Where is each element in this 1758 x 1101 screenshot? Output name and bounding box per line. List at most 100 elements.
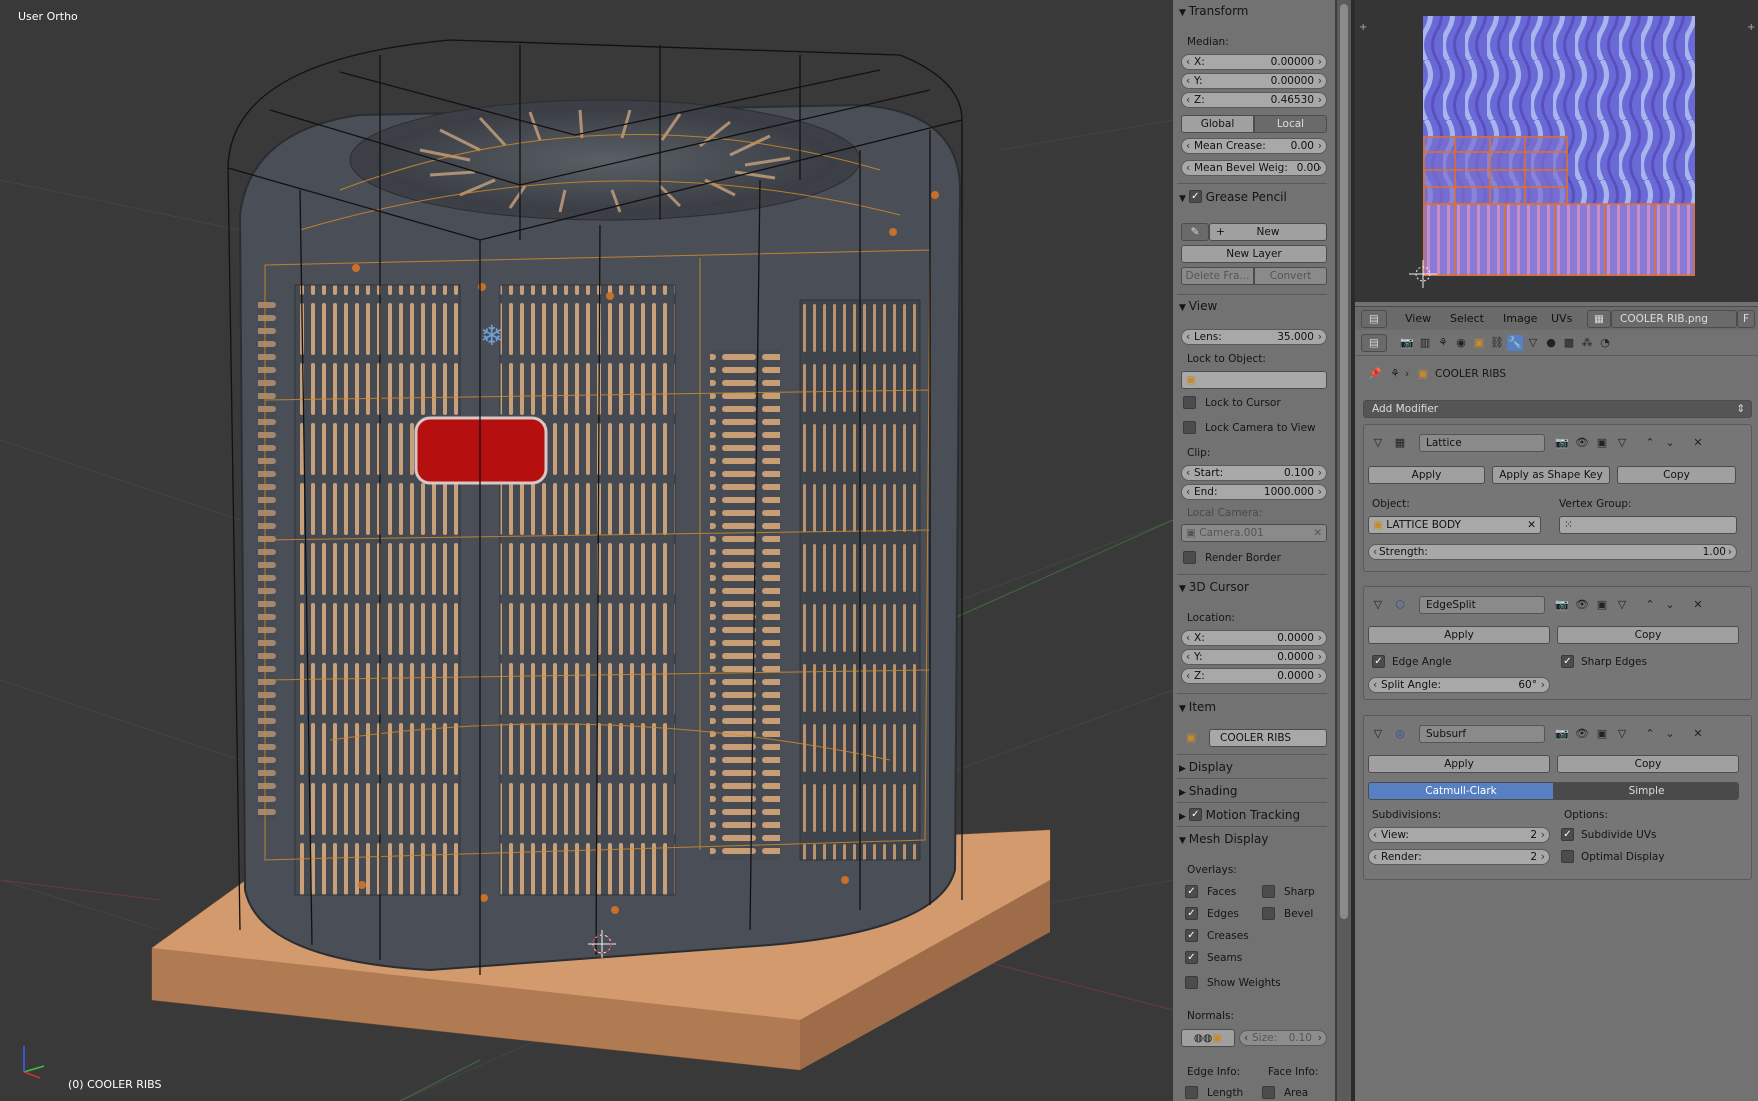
subdivide-uvs-checkbox[interactable]: ✓ [1561, 828, 1574, 841]
normals-toggle-group[interactable]: ◍◍▣ [1181, 1029, 1235, 1047]
subsurf-view-levels-field[interactable]: View:2 [1368, 827, 1550, 843]
editmode-toggle-icon[interactable]: ▣ [1594, 435, 1610, 451]
lens-field[interactable]: Lens:35.000 [1181, 329, 1327, 345]
material-tab-icon[interactable]: ● [1543, 335, 1559, 351]
move-up-icon[interactable]: ⌃ [1642, 726, 1658, 742]
move-up-icon[interactable]: ⌃ [1642, 435, 1658, 451]
new-layer-button[interactable]: New Layer [1181, 245, 1327, 263]
transform-panel-header[interactable]: ▼ Transform [1179, 2, 1249, 20]
lock-camera-checkbox[interactable] [1183, 421, 1196, 434]
subsurf-name-field[interactable]: Subsurf [1419, 725, 1545, 743]
lock-object-field[interactable]: ▣ [1181, 371, 1327, 389]
face-normal-icon[interactable]: ▣ [1212, 1032, 1222, 1044]
local-toggle[interactable]: Local [1254, 115, 1327, 133]
image-name-field[interactable]: COOLER RIB.png [1611, 310, 1737, 328]
lattice-apply-shape-key-button[interactable]: Apply as Shape Key [1492, 466, 1610, 484]
normals-size-field[interactable]: Size:0.10 [1239, 1030, 1327, 1046]
fake-user-button[interactable]: F [1737, 310, 1755, 328]
cursor-z-field[interactable]: Z:0.0000 [1181, 668, 1327, 684]
faces-checkbox[interactable]: ✓ [1185, 885, 1198, 898]
subsurf-copy-button[interactable]: Copy [1557, 755, 1739, 773]
area-checkbox[interactable] [1262, 1086, 1275, 1099]
lattice-copy-button[interactable]: Copy [1617, 466, 1736, 484]
length-checkbox[interactable] [1185, 1086, 1198, 1099]
render-tab-icon[interactable]: 📷 [1399, 335, 1415, 351]
lattice-name-field[interactable]: Lattice [1419, 434, 1545, 452]
remove-modifier-icon[interactable]: ✕ [1690, 597, 1706, 613]
sharp-checkbox[interactable] [1262, 885, 1275, 898]
creases-checkbox[interactable]: ✓ [1185, 929, 1198, 942]
mesh-display-panel-header[interactable]: ▼ Mesh Display [1179, 830, 1268, 848]
subsurf-apply-button[interactable]: Apply [1368, 755, 1550, 773]
render-toggle-icon[interactable]: 📷 [1554, 435, 1570, 451]
constraints-tab-icon[interactable]: ⛓ [1489, 335, 1505, 351]
edgesplit-name-field[interactable]: EdgeSplit [1419, 596, 1545, 614]
3d-cursor-panel-header[interactable]: ▼ 3D Cursor [1179, 578, 1249, 596]
uv-image-editor[interactable]: + + [1355, 0, 1758, 302]
vertex-normal-icon[interactable]: ◍ [1194, 1032, 1203, 1044]
cursor-y-field[interactable]: Y:0.0000 [1181, 649, 1327, 665]
clip-end-field[interactable]: End:1000.000 [1181, 484, 1327, 500]
convert-button[interactable]: Convert [1254, 267, 1327, 285]
grease-pencil-checkbox[interactable]: ✓ [1188, 190, 1202, 203]
texture-tab-icon[interactable]: ▩ [1561, 335, 1577, 351]
median-x-field[interactable]: X:0.00000 [1181, 54, 1327, 70]
edge-angle-checkbox[interactable]: ✓ [1372, 655, 1385, 668]
viewport-toggle-icon[interactable]: 👁 [1574, 726, 1590, 742]
image-browse-icon[interactable]: ▦ [1587, 310, 1611, 328]
motion-tracking-checkbox[interactable]: ✓ [1188, 808, 1202, 821]
mean-crease-field[interactable]: Mean Crease:0.00 [1181, 138, 1327, 154]
edges-checkbox[interactable]: ✓ [1185, 907, 1198, 920]
lattice-strength-field[interactable]: Strength:1.00 [1368, 544, 1737, 560]
median-y-field[interactable]: Y:0.00000 [1181, 73, 1327, 89]
clip-start-field[interactable]: Start:0.100 [1181, 465, 1327, 481]
sharp-edges-checkbox[interactable]: ✓ [1561, 655, 1574, 668]
menu-select[interactable]: Select [1450, 312, 1484, 325]
grease-pencil-panel-header[interactable]: ▼ ✓ Grease Pencil [1179, 188, 1287, 206]
item-name-field[interactable]: COOLER RIBS [1209, 729, 1327, 747]
physics-tab-icon[interactable]: ◔ [1597, 335, 1613, 351]
seams-checkbox[interactable]: ✓ [1185, 951, 1198, 964]
show-weights-checkbox[interactable] [1185, 976, 1198, 989]
collapse-triangle-icon[interactable]: ▽ [1370, 435, 1386, 451]
local-camera-field[interactable]: ▣ Camera.001 ✕ [1181, 524, 1327, 542]
particles-tab-icon[interactable]: ⁂ [1579, 335, 1595, 351]
3d-viewport[interactable]: ❄ User Ortho (0) COOLER RIBS [0, 0, 1173, 1101]
move-down-icon[interactable]: ⌄ [1662, 435, 1678, 451]
shelf-scrollbar[interactable] [1337, 0, 1351, 1101]
remove-modifier-icon[interactable]: ✕ [1690, 435, 1706, 451]
edgesplit-apply-button[interactable]: Apply [1368, 626, 1550, 644]
shading-panel-header[interactable]: ▶ Shading [1179, 782, 1238, 800]
bevel-checkbox[interactable] [1262, 907, 1275, 920]
item-panel-header[interactable]: ▼ Item [1179, 698, 1216, 716]
view-panel-header[interactable]: ▼ View [1179, 297, 1217, 315]
cursor-x-field[interactable]: X:0.0000 [1181, 630, 1327, 646]
pencil-icon[interactable]: ✎ [1181, 223, 1209, 241]
viewport-toggle-icon[interactable]: 👁 [1574, 597, 1590, 613]
editmode-toggle-icon[interactable]: ▣ [1594, 597, 1610, 613]
render-toggle-icon[interactable]: 📷 [1554, 597, 1570, 613]
add-modifier-dropdown[interactable]: Add Modifier ⇕ [1363, 400, 1752, 418]
properties-editor-type-icon[interactable]: ▤ [1361, 334, 1387, 352]
split-normal-icon[interactable]: ◍ [1203, 1032, 1212, 1044]
delete-frame-button[interactable]: Delete Fra... [1181, 267, 1254, 285]
lattice-apply-button[interactable]: Apply [1368, 466, 1485, 484]
data-tab-icon[interactable]: ▽ [1525, 335, 1541, 351]
collapse-triangle-icon[interactable]: ▽ [1370, 726, 1386, 742]
world-tab-icon[interactable]: ◉ [1453, 335, 1469, 351]
cage-toggle-icon[interactable]: ▽ [1614, 435, 1630, 451]
mean-bevel-field[interactable]: Mean Bevel Weig:0.00 [1181, 160, 1327, 176]
render-toggle-icon[interactable]: 📷 [1554, 726, 1570, 742]
clear-icon[interactable]: ✕ [1313, 525, 1322, 541]
median-z-field[interactable]: Z:0.46530 [1181, 92, 1327, 108]
new-grease-pencil-button[interactable]: + New [1209, 223, 1327, 241]
menu-uvs[interactable]: UVs [1551, 312, 1572, 325]
catmull-clark-toggle[interactable]: Catmull-Clark [1368, 782, 1554, 800]
remove-modifier-icon[interactable]: ✕ [1690, 726, 1706, 742]
vertex-group-field[interactable]: ⁙ [1559, 516, 1737, 534]
cage-toggle-icon[interactable]: ▽ [1614, 726, 1630, 742]
global-toggle[interactable]: Global [1181, 115, 1254, 133]
viewport-toggle-icon[interactable]: 👁 [1574, 435, 1590, 451]
modifiers-tab-icon[interactable]: 🔧 [1507, 335, 1523, 351]
edgesplit-copy-button[interactable]: Copy [1557, 626, 1739, 644]
